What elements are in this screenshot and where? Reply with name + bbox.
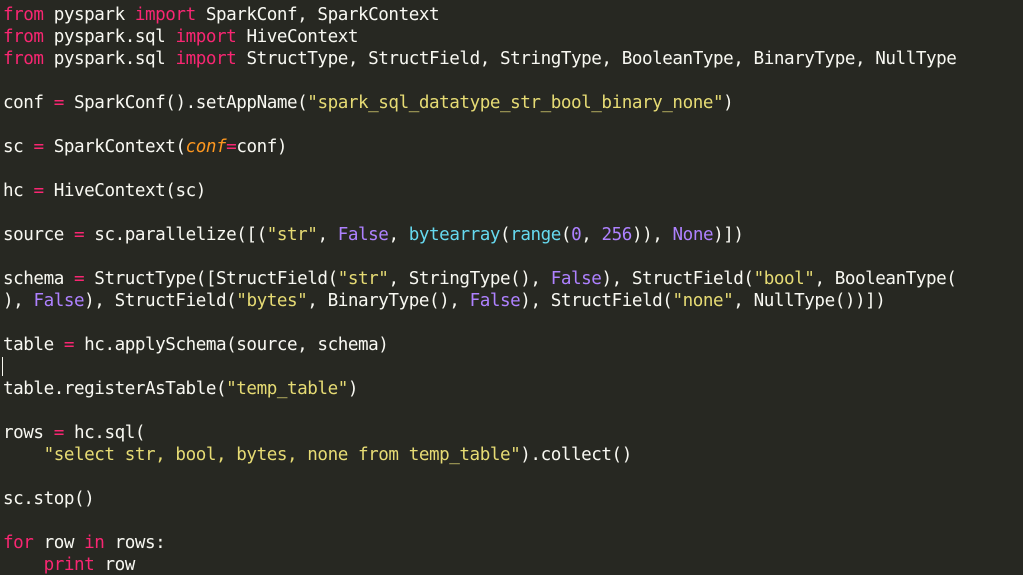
code-token: ).collect() — [520, 445, 632, 465]
code-token: source — [3, 225, 74, 245]
code-token: SparkConf().setAppName( — [63, 93, 308, 113]
code-token: pyspark — [43, 5, 135, 25]
code-line[interactable]: ), False), StructField("bytes", BinaryTy… — [3, 290, 886, 312]
code-token: )]) — [713, 225, 744, 245]
text-cursor — [2, 357, 3, 376]
code-token: ( — [560, 225, 572, 245]
code-token: ( — [500, 225, 511, 245]
code-token: rows: — [104, 533, 166, 553]
code-token-param: conf — [185, 137, 227, 157]
code-token-num: 0 — [571, 225, 582, 245]
code-token: , — [317, 225, 338, 245]
code-token: conf — [3, 93, 54, 113]
code-token: HiveContext(sc) — [43, 181, 207, 201]
code-token: sc.stop() — [3, 489, 95, 509]
code-line[interactable]: from pyspark.sql import HiveContext — [3, 26, 358, 48]
code-token: , BooleanType( — [814, 269, 957, 289]
code-token: pyspark.sql — [43, 49, 176, 69]
code-line[interactable]: source = sc.parallelize([("str", False, … — [3, 224, 744, 246]
code-token-const: False — [550, 269, 602, 289]
code-token-const: False — [469, 291, 521, 311]
code-token: pyspark.sql — [43, 27, 176, 47]
code-token: ) — [723, 93, 734, 113]
code-token: table — [3, 335, 64, 355]
code-token: HiveContext — [236, 27, 359, 47]
code-line[interactable]: schema = StructType([StructField("str", … — [3, 268, 957, 290]
code-token-str: "none" — [672, 291, 734, 311]
code-line[interactable]: table.registerAsTable("temp_table") — [3, 378, 358, 400]
code-line[interactable]: table = hc.applySchema(source, schema) — [3, 334, 389, 356]
code-line[interactable]: print row — [3, 554, 136, 575]
code-token: StructType([StructField( — [84, 269, 338, 289]
code-token-op: = — [63, 335, 75, 355]
code-editor[interactable]: from pyspark import SparkConf, SparkCont… — [0, 0, 1023, 575]
code-token-kw: print — [43, 555, 95, 575]
code-token-num: 256 — [601, 225, 633, 245]
code-token: ), — [3, 291, 34, 311]
code-token: rows — [3, 423, 54, 443]
code-token: conf) — [236, 137, 288, 157]
code-token-op: = — [226, 137, 237, 157]
code-line[interactable]: for row in rows: — [3, 532, 166, 554]
code-token-kw: import — [175, 27, 237, 47]
code-line[interactable]: from pyspark.sql import StructType, Stru… — [3, 48, 957, 70]
code-token-bi: range — [510, 225, 561, 245]
code-token: , BinaryType(), — [307, 291, 470, 311]
code-token: ), StructField( — [520, 291, 673, 311]
code-token-str: "temp_table" — [226, 379, 348, 399]
code-token: , — [581, 225, 602, 245]
code-token-kw: import — [134, 5, 196, 25]
code-token-op: = — [33, 137, 44, 157]
code-token-bi: bytearray — [408, 225, 501, 245]
code-token: SparkContext( — [43, 137, 186, 157]
code-line[interactable]: conf = SparkConf().setAppName("spark_sql… — [3, 92, 734, 114]
code-token: row — [94, 555, 135, 575]
code-token: table.registerAsTable( — [3, 379, 227, 399]
code-token-str: "bool" — [753, 269, 815, 289]
code-token: hc.sql( — [63, 423, 146, 443]
code-token-op: = — [74, 225, 85, 245]
code-line[interactable]: sc.stop() — [3, 488, 95, 510]
code-token-str: "select str, bool, bytes, none from temp… — [43, 445, 521, 465]
code-token: schema — [3, 269, 74, 289]
code-token-op: = — [53, 93, 65, 113]
code-token-kw: from — [3, 49, 44, 69]
code-token: )), — [631, 225, 673, 245]
code-token: , — [388, 225, 409, 245]
code-token-kw: for — [3, 533, 34, 553]
code-token: sc — [3, 137, 34, 157]
code-token-kw: import — [175, 49, 237, 69]
code-token-str: "str" — [266, 225, 318, 245]
code-token-kw: from — [3, 5, 44, 25]
code-token-kw: in — [84, 533, 105, 553]
code-token-const: None — [672, 225, 714, 245]
code-line[interactable]: "select str, bool, bytes, none from temp… — [3, 444, 633, 466]
code-line[interactable]: sc = SparkContext(conf=conf) — [3, 136, 287, 158]
code-token: sc.parallelize([( — [84, 225, 267, 245]
code-token-str: "spark_sql_datatype_str_bool_binary_none… — [307, 93, 724, 113]
code-token: ) — [347, 379, 359, 399]
code-token: row — [33, 533, 85, 553]
code-token-str: "str" — [337, 269, 389, 289]
code-token: ), StructField( — [601, 269, 754, 289]
code-token: , NullType())]) — [733, 291, 886, 311]
code-token-op: = — [74, 269, 85, 289]
code-token: SparkConf, SparkContext — [195, 5, 440, 25]
code-line[interactable]: hc = HiveContext(sc) — [3, 180, 206, 202]
code-token-op: = — [53, 423, 65, 443]
code-line[interactable]: rows = hc.sql( — [3, 422, 145, 444]
code-token: ), StructField( — [84, 291, 237, 311]
code-token: hc — [3, 181, 34, 201]
code-token: StructType, StructField, StringType, Boo… — [236, 49, 957, 69]
code-token-op: = — [33, 181, 44, 201]
code-line[interactable]: from pyspark import SparkConf, SparkCont… — [3, 4, 440, 26]
code-token-kw: from — [3, 27, 44, 47]
code-token-const: False — [337, 225, 389, 245]
code-token: hc.applySchema(source, schema) — [74, 335, 389, 355]
code-token-str: "bytes" — [236, 291, 308, 311]
code-token-const: False — [33, 291, 85, 311]
code-token: , StringType(), — [388, 269, 551, 289]
